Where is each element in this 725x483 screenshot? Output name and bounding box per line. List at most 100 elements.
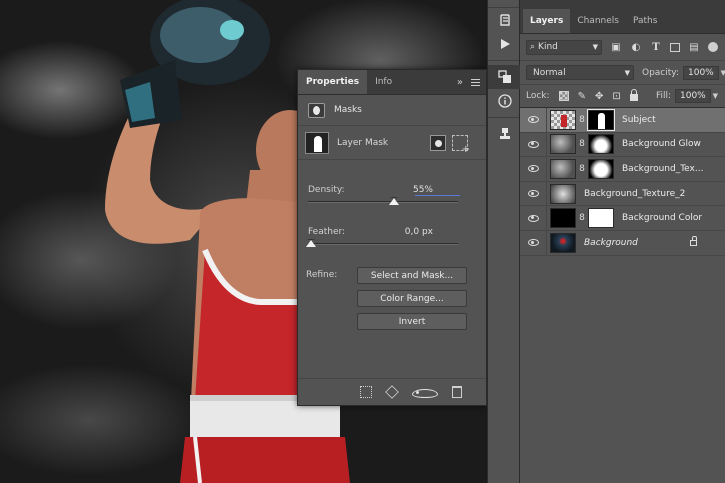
blend-mode-select[interactable]: Normal ▼ xyxy=(526,65,634,80)
layer-mask-thumbnail[interactable] xyxy=(588,134,614,155)
layer-thumbnail[interactable] xyxy=(550,208,576,229)
layer-row[interactable]: 8 Subject xyxy=(520,107,725,133)
layer-mask-thumbnail[interactable] xyxy=(588,158,614,179)
layer-row[interactable]: 8 Background Color xyxy=(520,206,725,231)
pixel-mask-icon[interactable] xyxy=(430,134,446,151)
play-icon[interactable] xyxy=(488,32,521,56)
layer-row[interactable]: 8 Background Glow xyxy=(520,132,725,158)
fill-value: 100% xyxy=(680,91,706,101)
invert-button[interactable]: Invert xyxy=(357,313,467,330)
fill-field[interactable]: 100% ▼ xyxy=(675,89,718,103)
opacity-field[interactable]: 100% ▼ xyxy=(683,65,725,80)
tab-channels[interactable]: Channels xyxy=(570,9,626,33)
layer-name[interactable]: Subject xyxy=(622,115,656,125)
select-and-mask-button[interactable]: Select and Mask... xyxy=(357,267,467,284)
properties-panel: Properties Info » Masks Layer Mask Densi… xyxy=(297,69,487,406)
tab-info[interactable]: Info xyxy=(367,70,400,94)
visibility-eye-icon[interactable] xyxy=(520,165,546,173)
fill-label: Fill: xyxy=(655,91,671,101)
layer-name[interactable]: Background xyxy=(584,238,638,248)
feather-value[interactable]: 0,0 px xyxy=(405,227,433,237)
toggle-mask-visibility-icon[interactable] xyxy=(412,388,438,398)
feather-label: Feather: xyxy=(308,227,346,237)
layer-row[interactable]: Background xyxy=(520,230,725,256)
visibility-eye-icon[interactable] xyxy=(520,239,546,247)
layer-row[interactable]: Background_Texture_2 xyxy=(520,181,725,207)
search-icon: ⌕ xyxy=(530,42,536,52)
layer-thumbnail[interactable] xyxy=(550,134,576,155)
lock-transparent-icon[interactable] xyxy=(558,91,569,101)
info-icon[interactable] xyxy=(488,89,521,113)
refine-label: Refine: xyxy=(306,270,338,280)
filter-kind-value: Kind xyxy=(538,42,558,52)
tab-properties[interactable]: Properties xyxy=(298,70,368,94)
layer-name[interactable]: Background_Texture_2 xyxy=(584,189,685,199)
filter-type-icon[interactable]: T xyxy=(650,42,662,53)
visibility-eye-icon[interactable] xyxy=(520,190,546,198)
layer-thumbnail[interactable] xyxy=(550,109,576,130)
layer-thumbnail[interactable] xyxy=(550,232,576,253)
row-divider xyxy=(546,206,547,231)
layer-name[interactable]: Background Color xyxy=(622,213,702,223)
delete-mask-icon[interactable] xyxy=(452,386,462,398)
layer-name[interactable]: Background_Tex... xyxy=(622,164,703,174)
blend-mode-value: Normal xyxy=(533,67,566,78)
layer-thumbnail[interactable] xyxy=(550,183,576,204)
lock-row: Lock: ✎ ✥ ⊡ Fill: 100% ▼ xyxy=(520,84,725,108)
chevron-down-icon: ▼ xyxy=(592,43,598,51)
link-chain-icon[interactable]: 8 xyxy=(577,115,587,125)
layer-mask-thumbnail[interactable] xyxy=(588,208,614,229)
collapse-panels-icon[interactable]: » xyxy=(457,77,463,88)
row-divider xyxy=(546,107,547,132)
layers-tabbar: Layers Channels Paths xyxy=(520,0,725,34)
panel-menu-icon[interactable] xyxy=(471,78,480,86)
visibility-eye-icon[interactable] xyxy=(520,140,546,148)
lock-artboard-icon[interactable]: ⊡ xyxy=(612,91,620,102)
filter-shape-icon[interactable] xyxy=(670,42,680,52)
filter-pixel-icon[interactable]: ▣ xyxy=(610,42,622,53)
link-chain-icon[interactable]: 8 xyxy=(577,213,587,223)
chevron-down-icon[interactable]: ▼ xyxy=(721,69,725,77)
row-divider xyxy=(546,156,547,181)
history-icon[interactable] xyxy=(488,8,521,32)
tab-paths[interactable]: Paths xyxy=(626,9,664,33)
layer-mask-label: Layer Mask xyxy=(337,137,389,148)
lock-all-icon[interactable] xyxy=(629,89,638,101)
vector-mask-icon[interactable] xyxy=(452,134,470,155)
filter-smart-object-icon[interactable]: ▤ xyxy=(688,42,700,53)
layer-mask-row: Layer Mask xyxy=(298,126,486,160)
density-thumb[interactable] xyxy=(388,197,399,205)
filter-adjustment-icon[interactable]: ◐ xyxy=(630,42,642,53)
apply-mask-icon[interactable] xyxy=(385,385,399,399)
lock-position-icon[interactable]: ✥ xyxy=(595,91,603,102)
clone-source-icon[interactable] xyxy=(488,122,521,146)
link-chain-icon[interactable]: 8 xyxy=(577,164,587,174)
layer-mask-thumbnail[interactable] xyxy=(587,108,615,131)
load-selection-icon[interactable] xyxy=(360,386,372,398)
masks-header: Masks xyxy=(298,95,486,126)
row-divider xyxy=(546,132,547,157)
layer-filter-row: ⌕ Kind ▼ ▣ ◐ T ▤ xyxy=(520,34,725,60)
layer-comps-icon[interactable] xyxy=(488,65,521,89)
visibility-eye-icon[interactable] xyxy=(520,116,546,124)
opacity-value: 100% xyxy=(688,67,714,78)
filter-toggle-icon[interactable] xyxy=(708,42,718,52)
lock-image-icon[interactable]: ✎ xyxy=(578,91,586,102)
filter-kind-select[interactable]: ⌕ Kind ▼ xyxy=(526,39,602,55)
link-chain-icon[interactable]: 8 xyxy=(577,139,587,149)
layer-row[interactable]: 8 Background_Tex... xyxy=(520,156,725,182)
density-value[interactable]: 55% xyxy=(413,185,433,195)
feather-thumb[interactable] xyxy=(306,239,316,247)
layer-thumbnail[interactable] xyxy=(550,158,576,179)
feather-track[interactable] xyxy=(308,243,458,245)
layers-panel: Layers Channels Paths ⌕ Kind ▼ ▣ ◐ T ▤ N… xyxy=(520,0,725,483)
density-track[interactable] xyxy=(308,201,458,203)
visibility-eye-icon[interactable] xyxy=(520,214,546,222)
row-divider xyxy=(546,230,547,255)
layer-name[interactable]: Background Glow xyxy=(622,139,701,149)
row-divider xyxy=(546,181,547,206)
color-range-button[interactable]: Color Range... xyxy=(357,290,467,307)
strip-grip[interactable] xyxy=(488,0,519,8)
tab-layers[interactable]: Layers xyxy=(523,9,571,33)
chevron-down-icon[interactable]: ▼ xyxy=(713,92,718,100)
